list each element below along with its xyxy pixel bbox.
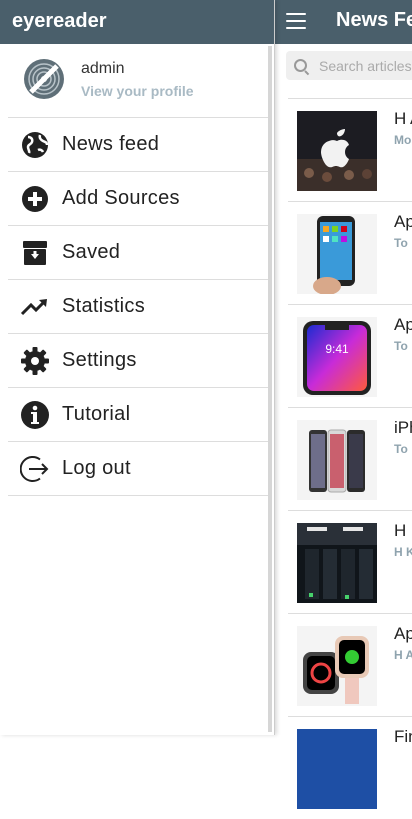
article-title: iPh bbox=[394, 418, 412, 437]
navigation-drawer: eyereader admin View your profile News f… bbox=[0, 0, 275, 735]
archive-icon bbox=[20, 238, 50, 268]
article-source: H A bbox=[394, 648, 412, 662]
article-thumbnail bbox=[297, 729, 377, 809]
article-source: To bbox=[394, 236, 408, 250]
gear-icon bbox=[20, 346, 50, 376]
page-title: News Fe bbox=[336, 9, 412, 31]
menu-label: Tutorial bbox=[62, 403, 131, 425]
menu-label: News feed bbox=[62, 133, 160, 155]
svg-text:9:41: 9:41 bbox=[325, 342, 349, 356]
trending-up-icon bbox=[20, 292, 50, 322]
article-thumbnail: 9:41 bbox=[297, 317, 377, 397]
menu-label: Settings bbox=[62, 349, 137, 371]
article-item[interactable]: Fin bbox=[288, 716, 412, 819]
profile-section[interactable]: admin View your profile bbox=[8, 46, 269, 118]
article-thumbnail bbox=[297, 420, 377, 500]
article-item[interactable]: iPh To bbox=[288, 407, 412, 510]
drawer-menu: News feed Add Sources Saved Statistics S… bbox=[8, 118, 269, 496]
menu-item-news-feed[interactable]: News feed bbox=[8, 118, 269, 172]
globe-icon bbox=[20, 130, 50, 160]
app-logo-text: eyereader bbox=[12, 10, 107, 32]
logout-icon bbox=[19, 454, 50, 484]
menu-label: Statistics bbox=[62, 295, 146, 317]
article-thumbnail bbox=[297, 626, 377, 706]
article-title: Fin bbox=[394, 727, 412, 746]
article-source: H K bbox=[394, 545, 412, 559]
article-title: Ap bbox=[394, 624, 412, 643]
article-item[interactable]: Ap To bbox=[288, 201, 412, 304]
menu-item-add-sources[interactable]: Add Sources bbox=[8, 172, 269, 226]
article-source: To bbox=[394, 442, 408, 456]
menu-item-tutorial[interactable]: Tutorial bbox=[8, 388, 269, 442]
plus-circle-icon bbox=[20, 184, 50, 214]
search-icon bbox=[294, 59, 307, 72]
article-source: Mo bbox=[394, 133, 412, 147]
search-input[interactable]: Search articles bbox=[286, 51, 412, 80]
menu-item-saved[interactable]: Saved bbox=[8, 226, 269, 280]
article-title: H A bbox=[394, 109, 412, 128]
article-title: Ap bbox=[394, 315, 412, 334]
menu-label: Log out bbox=[62, 457, 131, 479]
avatar bbox=[23, 58, 65, 100]
article-item[interactable]: 9:41 Ap To bbox=[288, 304, 412, 407]
article-item[interactable]: H I H K bbox=[288, 510, 412, 613]
article-item[interactable]: Ap H A bbox=[288, 613, 412, 716]
article-thumbnail bbox=[297, 523, 377, 603]
hamburger-menu-icon[interactable] bbox=[286, 13, 306, 29]
article-thumbnail bbox=[297, 214, 377, 294]
article-item[interactable]: H A Mo bbox=[288, 98, 412, 201]
menu-item-statistics[interactable]: Statistics bbox=[8, 280, 269, 334]
info-icon bbox=[20, 400, 50, 430]
article-title: Ap bbox=[394, 212, 412, 231]
drawer-scrollbar[interactable] bbox=[268, 46, 272, 732]
menu-label: Saved bbox=[62, 241, 121, 263]
article-source: To bbox=[394, 339, 408, 353]
article-title: H I bbox=[394, 521, 412, 540]
article-thumbnail bbox=[297, 111, 377, 191]
view-profile-link[interactable]: View your profile bbox=[81, 83, 194, 99]
menu-item-settings[interactable]: Settings bbox=[8, 334, 269, 388]
profile-name: admin bbox=[81, 60, 125, 77]
drawer-header: eyereader bbox=[0, 0, 274, 44]
menu-item-log-out[interactable]: Log out bbox=[8, 442, 269, 496]
search-placeholder: Search articles bbox=[319, 58, 412, 74]
article-list: H A Mo Ap To 9:41 Ap To iPh To bbox=[288, 98, 412, 819]
menu-label: Add Sources bbox=[62, 187, 180, 209]
